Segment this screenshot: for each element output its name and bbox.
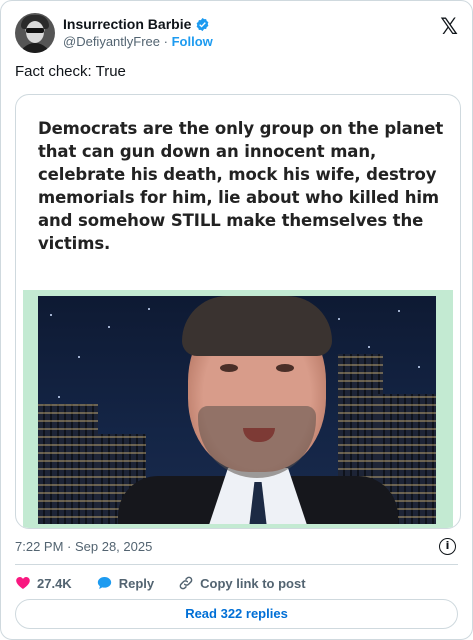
author-info: Insurrection Barbie @DefiyantlyFree · Fo… — [63, 16, 213, 50]
like-button[interactable]: 27.4K — [15, 575, 72, 591]
tweet-card: Insurrection Barbie @DefiyantlyFree · Fo… — [0, 0, 473, 640]
info-icon[interactable]: i — [439, 538, 456, 555]
action-bar: 27.4K Reply Copy link to post — [15, 573, 330, 593]
reply-label: Reply — [118, 575, 155, 591]
reply-button[interactable]: Reply — [96, 575, 154, 591]
handle-row: @DefiyantlyFree · Follow — [63, 33, 213, 50]
speech-bubble-icon — [96, 575, 113, 591]
like-count: 27.4K — [37, 575, 72, 591]
tweet-text: Fact check: True — [15, 63, 126, 80]
avatar[interactable] — [15, 13, 55, 53]
tweet-timestamp[interactable]: 7:22 PM · Sep 28, 2025 — [15, 539, 152, 554]
meme-text: Democrats are the only group on the plan… — [38, 119, 444, 253]
copy-link-button[interactable]: Copy link to post — [178, 575, 306, 591]
copy-link-label: Copy link to post — [200, 575, 306, 591]
handle-separator: · — [163, 34, 168, 49]
verified-badge-icon — [197, 17, 209, 32]
meme-photo — [38, 296, 436, 524]
tweet-header: Insurrection Barbie @DefiyantlyFree · Fo… — [15, 11, 458, 55]
author-name-row[interactable]: Insurrection Barbie — [63, 16, 213, 33]
read-replies-button[interactable]: Read 322 replies — [15, 599, 458, 629]
author-handle[interactable]: @DefiyantlyFree — [63, 34, 160, 49]
follow-button[interactable]: Follow — [172, 34, 213, 49]
divider — [15, 564, 458, 565]
photo-frame — [23, 290, 453, 528]
link-icon — [178, 575, 194, 591]
x-logo-icon[interactable]: 𝕏 — [440, 15, 458, 40]
author-display-name[interactable]: Insurrection Barbie — [63, 16, 191, 33]
heart-icon — [15, 575, 31, 591]
tweet-media[interactable]: Democrats are the only group on the plan… — [15, 94, 461, 529]
